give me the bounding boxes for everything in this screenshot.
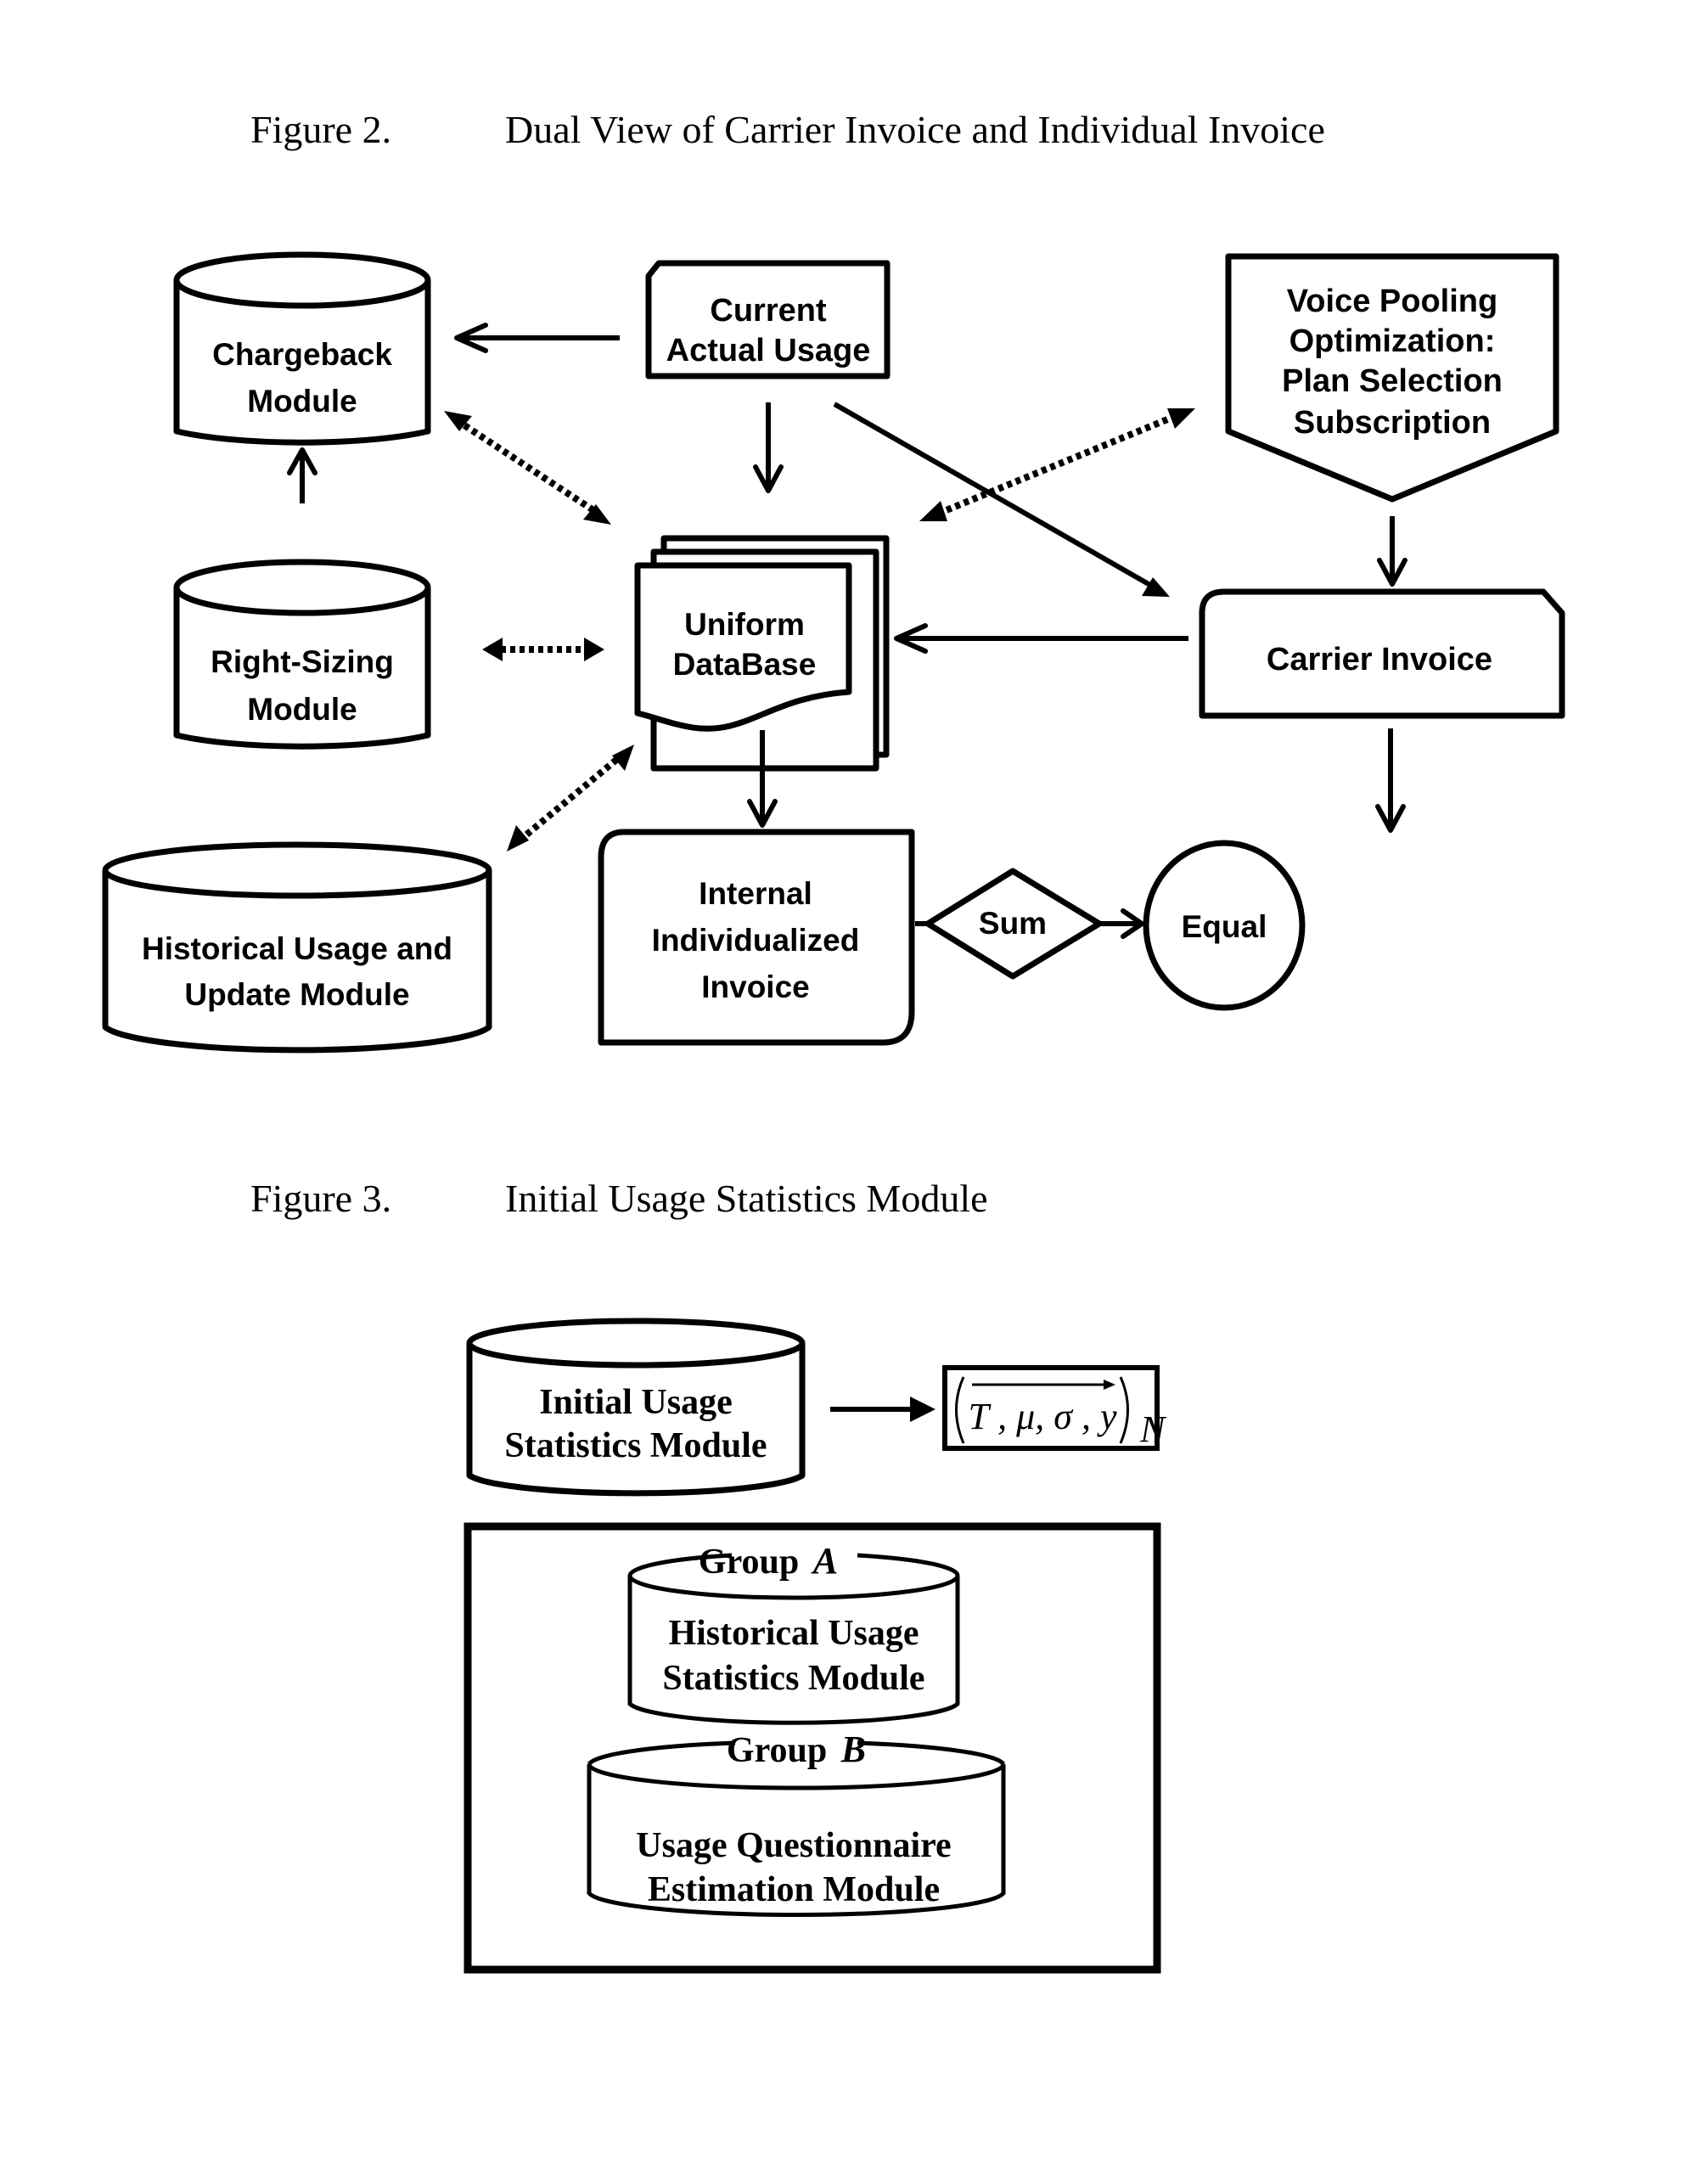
- voice-pooling-label-1: Voice Pooling: [1287, 284, 1497, 319]
- initial-module-label-2: Statistics Module: [504, 1426, 767, 1465]
- historical-usage-update-module[interactable]: Historical Usage and Update Module: [102, 841, 492, 1054]
- carrier-invoice[interactable]: Carrier Invoice: [1199, 588, 1565, 719]
- arrow-carrier-invoice-to-equal: [1375, 728, 1406, 833]
- internal-invoice-label-1: Internal: [699, 876, 812, 911]
- arrow-rightsizing-to-chargeback: [287, 447, 317, 503]
- equal-terminator[interactable]: Equal: [1143, 840, 1306, 1011]
- formula-subscript: N: [1139, 1408, 1167, 1450]
- arrow-usage-to-database: [753, 402, 784, 493]
- group-b-title: Group B: [727, 1728, 866, 1770]
- sum-label: Sum: [979, 906, 1047, 941]
- voice-pooling-optimization[interactable]: Voice Pooling Optimization: Plan Selecti…: [1225, 253, 1559, 503]
- uniform-db-label-2: DataBase: [673, 647, 817, 682]
- chargeback-label-2: Module: [247, 384, 357, 419]
- initial-usage-statistics-module[interactable]: Initial Usage Statistics Module: [466, 1318, 806, 1497]
- figure3-number: Figure 3.: [250, 1177, 391, 1220]
- figure3-title: Initial Usage Statistics Module: [505, 1177, 988, 1220]
- group-a-module-label-1: Historical Usage: [668, 1614, 919, 1653]
- right-sizing-module[interactable]: Right-Sizing Module: [173, 559, 431, 750]
- historical-label-2: Update Module: [184, 977, 409, 1012]
- group-a-module-label-2: Statistics Module: [662, 1659, 924, 1698]
- arrow-carrier-invoice-to-database: [894, 623, 1188, 654]
- internal-invoice-label-3: Invoice: [701, 970, 810, 1004]
- figure2-title: Dual View of Carrier Invoice and Individ…: [505, 108, 1325, 151]
- current-actual-usage[interactable]: Current Actual Usage: [645, 260, 891, 379]
- arrow-voicepooling-to-carrier-invoice: [1377, 516, 1407, 587]
- arrow-initial-module-to-formula: [830, 1397, 935, 1422]
- right-sizing-label-1: Right-Sizing: [211, 644, 394, 679]
- arrow-usage-to-chargeback: [454, 323, 620, 353]
- internal-invoice-label-2: Individualized: [652, 923, 860, 958]
- arrow-voicepooling-database-bidirectional: [919, 408, 1195, 521]
- sum-decision[interactable]: Sum: [924, 868, 1103, 980]
- historical-label-1: Historical Usage and: [142, 931, 452, 966]
- group-b-letter: B: [840, 1728, 866, 1770]
- group-a-letter: A: [811, 1540, 838, 1582]
- voice-pooling-label-4: Subscription: [1294, 405, 1491, 441]
- formula-box: T , μ, σ , y N: [942, 1365, 1167, 1451]
- voice-pooling-label-3: Plan Selection: [1282, 363, 1503, 399]
- group-a-title: Group A: [699, 1540, 838, 1582]
- current-usage-label-2: Actual Usage: [666, 333, 871, 368]
- initial-module-label-1: Initial Usage: [539, 1383, 733, 1422]
- right-sizing-label-2: Module: [247, 692, 357, 727]
- uniform-db-label-1: Uniform: [684, 607, 805, 642]
- group-a-label: Group: [699, 1543, 799, 1582]
- group-b-label: Group: [727, 1731, 827, 1770]
- voice-pooling-label-2: Optimization:: [1289, 323, 1496, 359]
- group-b-module-label-1: Usage Questionnaire: [636, 1826, 951, 1865]
- formula-variables: T , μ, σ , y: [969, 1396, 1117, 1437]
- chargeback-label-1: Chargeback: [212, 337, 392, 372]
- group-b-module-label-2: Estimation Module: [648, 1870, 940, 1909]
- arrow-chargeback-database-bidirectional: [444, 411, 611, 525]
- arrow-rightsizing-database-bidirectional: [482, 638, 604, 661]
- carrier-invoice-label: Carrier Invoice: [1267, 642, 1492, 677]
- figure3-caption: Figure 3. Initial Usage Statistics Modul…: [250, 1177, 988, 1220]
- arrow-sum-to-equal: [1099, 908, 1144, 939]
- figure2-number: Figure 2.: [250, 108, 391, 151]
- chargeback-module[interactable]: Chargeback Module: [173, 251, 431, 446]
- current-usage-label-1: Current: [710, 293, 827, 329]
- internal-individualized-invoice[interactable]: Internal Individualized Invoice: [598, 829, 915, 1046]
- figure2-caption: Figure 2. Dual View of Carrier Invoice a…: [250, 108, 1325, 151]
- diagram-canvas: Figure 2. Dual View of Carrier Invoice a…: [102, 108, 1565, 1974]
- equal-label: Equal: [1182, 909, 1267, 944]
